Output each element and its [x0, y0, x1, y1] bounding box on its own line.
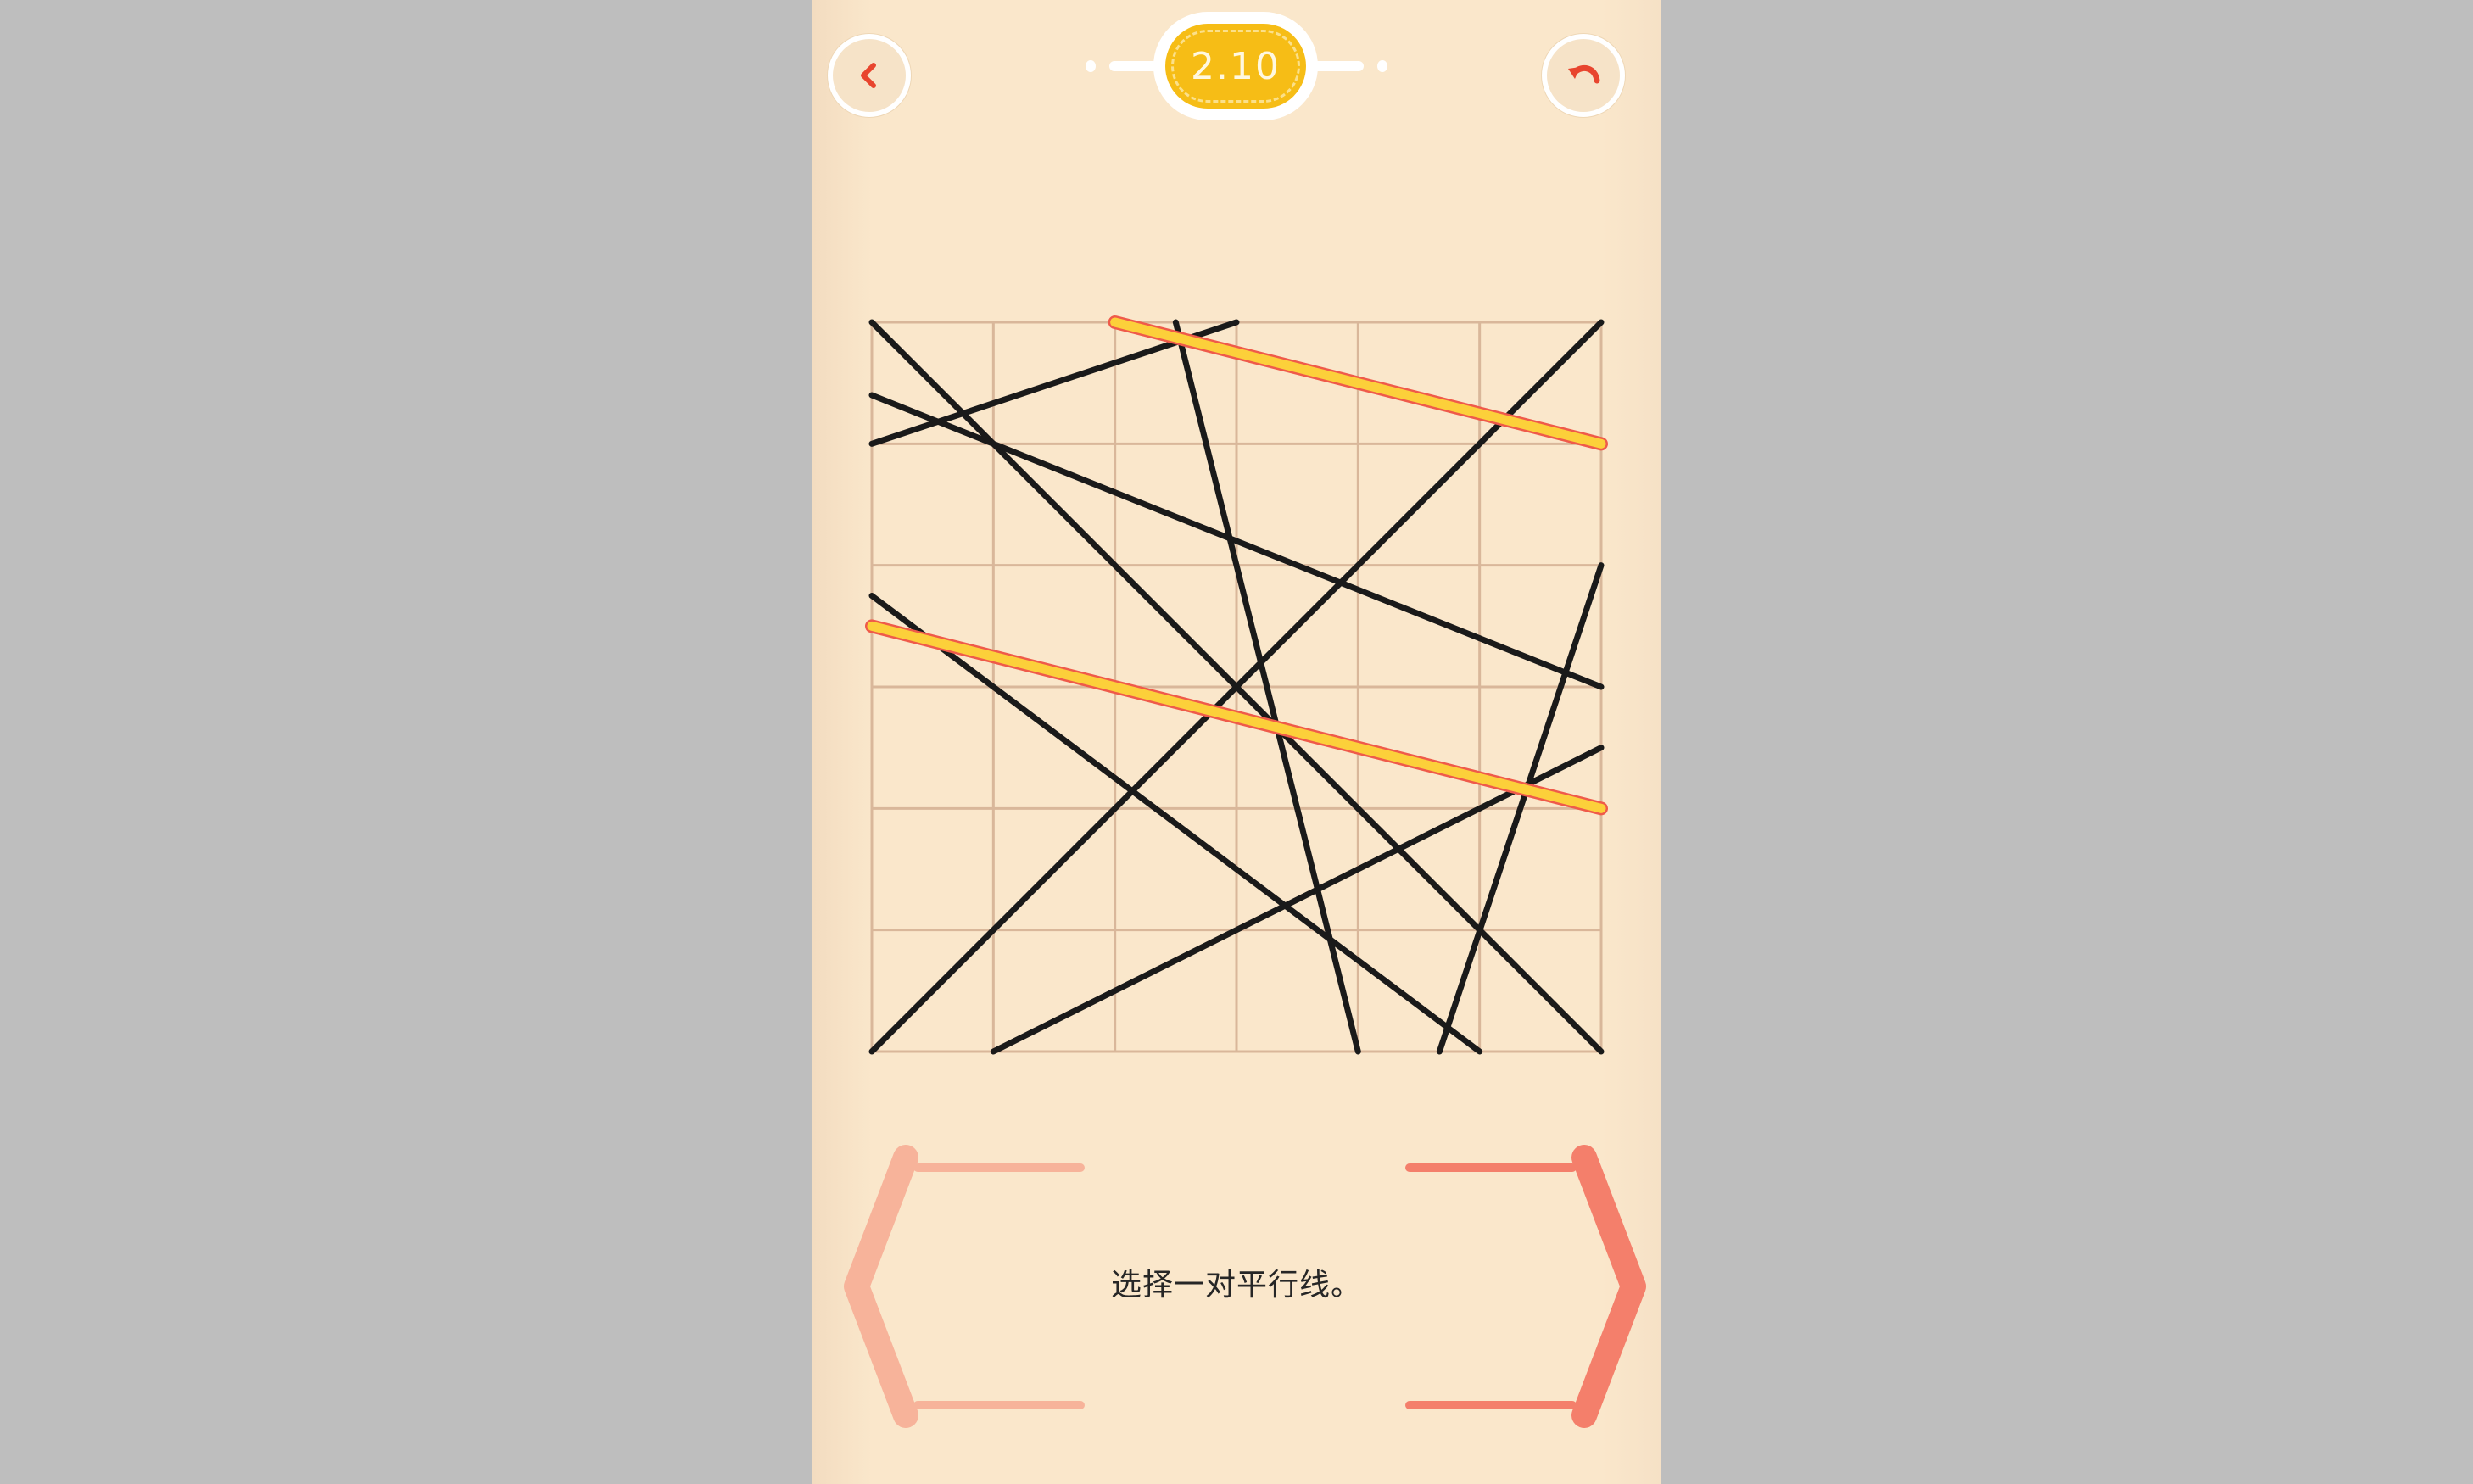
- puzzle-board: [865, 315, 1608, 1055]
- instruction-text: 选择一对平行线。: [1110, 1268, 1362, 1303]
- puzzle-line[interactable]: [990, 745, 1605, 1055]
- level-number: 2.10: [1191, 44, 1281, 88]
- rail-dot-left: [1086, 60, 1096, 72]
- game-screen: 2.10 选择一对平行线。: [812, 0, 1661, 1484]
- undo-button[interactable]: [1542, 34, 1625, 117]
- rail-dot-right: [1377, 60, 1387, 72]
- level-badge: 2.10: [1153, 12, 1318, 120]
- back-button[interactable]: [828, 34, 911, 117]
- undo-icon: [1568, 64, 1600, 84]
- chevron-left-icon: [861, 63, 876, 88]
- puzzle-line[interactable]: [868, 593, 1483, 1055]
